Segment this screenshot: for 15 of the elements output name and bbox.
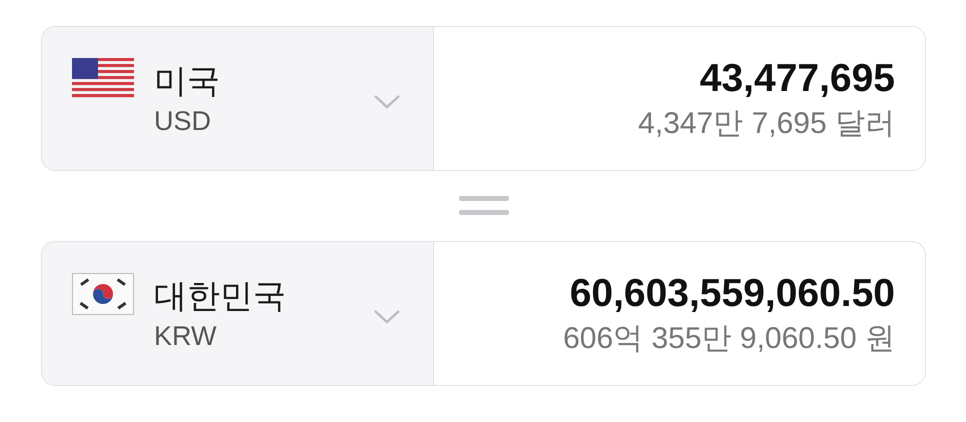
- flag-icon: [72, 58, 134, 100]
- currency-selector[interactable]: 대한민국 KRW: [42, 242, 434, 385]
- amount-in-words: 606억 355만 9,060.50 원: [563, 320, 895, 356]
- chevron-down-icon: [373, 94, 401, 110]
- country-name: 미국: [154, 60, 221, 100]
- equals-icon: [458, 194, 508, 218]
- currency-selector[interactable]: 미국 USD: [42, 27, 434, 170]
- country-name: 대한민국: [154, 276, 287, 316]
- amount-value: 60,603,559,060.50: [570, 270, 895, 316]
- amount-value: 43,477,695: [700, 56, 895, 102]
- flag-icon: [72, 273, 134, 315]
- amount-in-words: 4,347만 7,695 달러: [638, 106, 895, 142]
- currency-code: KRW: [154, 320, 218, 352]
- chevron-down-icon: [373, 308, 401, 324]
- currency-code: USD: [154, 104, 212, 138]
